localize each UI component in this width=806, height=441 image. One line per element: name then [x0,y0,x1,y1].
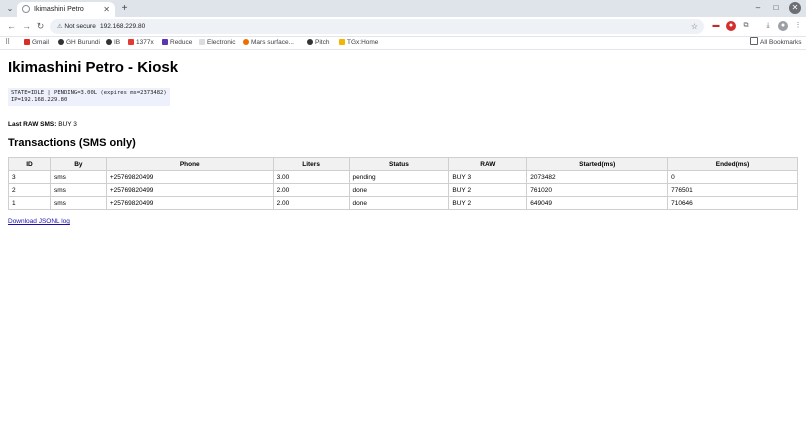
cell-started: 2073482 [526,170,669,184]
cell-by: sms [49,183,107,197]
cell-phone: +25769820499 [105,196,274,210]
tab-search-icon[interactable]: ⌄ [4,3,16,14]
close-window-icon[interactable]: ✕ [789,2,801,14]
cell-id: 2 [8,183,51,197]
site-info-chip[interactable]: ⚠ Not secure [53,21,100,32]
table-row: 3 sms +25769820499 3.00 pending BUY 3 20… [8,170,798,184]
column-header-status: Status [348,157,450,171]
1377x-icon [128,39,134,45]
transactions-table: ID By Phone Liters Status RAW Started(ms… [8,157,798,210]
cell-liters: 3.00 [272,170,350,184]
column-header-raw: RAW [448,157,528,171]
state-line: STATE=IDLE | PENDING=3.00L (expires ms=2… [11,90,167,96]
reduce-icon [162,39,168,45]
column-header-started: Started(ms) [526,157,669,171]
folder-icon [750,37,758,45]
bookmark-reduce[interactable]: Reduce [162,37,192,49]
security-label: Not secure [64,23,96,30]
tab-title: Ikimashini Petro [34,6,84,13]
state-box: STATE=IDLE | PENDING=3.00L (expires ms=2… [8,88,170,106]
column-header-by: By [49,157,107,171]
globe-icon [22,5,30,13]
reload-icon[interactable]: ↻ [35,21,46,32]
cell-id: 1 [8,196,51,210]
cell-by: sms [49,196,107,210]
new-tab-icon[interactable]: + [119,3,130,14]
browser-toolbar: ← → ↻ ⚠ Not secure 192.168.229.80 ☆ ▬ ● ⧉… [0,17,806,37]
bookmark-electronic[interactable]: Electronic [199,37,236,49]
extension-record-icon[interactable]: ● [726,21,736,31]
browser-tab[interactable]: Ikimashini Petro ✕ [17,2,115,17]
ip-line: IP=192.168.229.80 [11,97,68,103]
bookmark-tgx-home[interactable]: TGx:Home [339,37,378,49]
transactions-heading: Transactions (SMS only) [8,137,136,149]
cell-by: sms [49,170,107,184]
last-raw-label: Last RAW SMS: [8,121,57,128]
table-header-row: ID By Phone Liters Status RAW Started(ms… [8,157,798,171]
download-jsonl-link[interactable]: Download JSONL log [8,218,70,225]
url-text[interactable]: 192.168.229.80 [100,19,145,34]
github-icon [106,39,112,45]
table-row: 2 sms +25769820499 2.00 done BUY 2 76102… [8,183,798,197]
bookmark-pitch[interactable]: Pitch [307,37,329,49]
page-icon [199,39,205,45]
back-icon[interactable]: ← [6,21,17,32]
cell-status: pending [348,170,450,184]
forward-icon[interactable]: → [21,21,32,32]
address-bar[interactable]: ⚠ Not secure 192.168.229.80 ☆ [50,19,704,34]
cell-phone: +25769820499 [105,183,274,197]
github-icon [58,39,64,45]
cell-status: done [348,183,450,197]
cell-raw: BUY 2 [448,196,528,210]
extensions-puzzle-icon[interactable]: ⧉ [741,21,751,31]
cell-liters: 2.00 [272,196,350,210]
column-header-phone: Phone [105,157,274,171]
browser-tab-strip: ⌄ Ikimashini Petro ✕ + – □ ✕ [0,0,806,17]
warning-icon: ⚠ [57,24,63,30]
extension-icon[interactable]: ▬ [711,21,721,31]
mars-icon [243,39,249,45]
profile-avatar[interactable]: ● [778,21,788,31]
cell-started: 761020 [526,183,669,197]
all-bookmarks[interactable]: All Bookmarks [750,37,802,49]
bookmark-gh-burundi[interactable]: GH Burundi [58,37,100,49]
tgx-icon [339,39,345,45]
github-icon [307,39,313,45]
bookmark-1377x[interactable]: 1377x [128,37,154,49]
cell-phone: +25769820499 [105,170,274,184]
page-title: Ikimashini Petro - Kiosk [8,59,179,76]
bookmark-star-icon[interactable]: ☆ [691,19,698,34]
cell-id: 3 [8,170,51,184]
maximize-icon[interactable]: □ [770,2,782,14]
close-tab-icon[interactable]: ✕ [103,3,110,16]
cell-ended: 0 [667,170,798,184]
cell-liters: 2.00 [272,183,350,197]
bookmark-mars-surface[interactable]: Mars surface... [243,37,294,49]
bookmark-ib[interactable]: IB [106,37,120,49]
cell-ended: 710646 [667,196,798,210]
download-icon[interactable]: ⤓ [763,21,773,31]
apps-grid-icon[interactable]: ⠿ [5,37,10,49]
menu-kebab-icon[interactable]: ⋮ [793,21,803,31]
column-header-liters: Liters [272,157,350,171]
bookmark-gmail[interactable]: Gmail [24,37,49,49]
last-raw-value: BUY 3 [58,121,77,128]
gmail-icon [24,39,30,45]
cell-raw: BUY 2 [448,183,528,197]
last-raw-sms: Last RAW SMS: BUY 3 [8,120,798,129]
bookmarks-bar: ⠿ Gmail GH Burundi IB 1377x Reduce Elect… [0,37,806,50]
cell-status: done [348,196,450,210]
minimize-icon[interactable]: – [752,2,764,14]
table-row: 1 sms +25769820499 2.00 done BUY 2 64904… [8,196,798,210]
cell-started: 649049 [526,196,669,210]
column-header-id: ID [8,157,51,171]
page-content: Ikimashini Petro - Kiosk STATE=IDLE | PE… [8,58,798,228]
cell-raw: BUY 3 [448,170,528,184]
column-header-ended: Ended(ms) [667,157,798,171]
cell-ended: 776501 [667,183,798,197]
